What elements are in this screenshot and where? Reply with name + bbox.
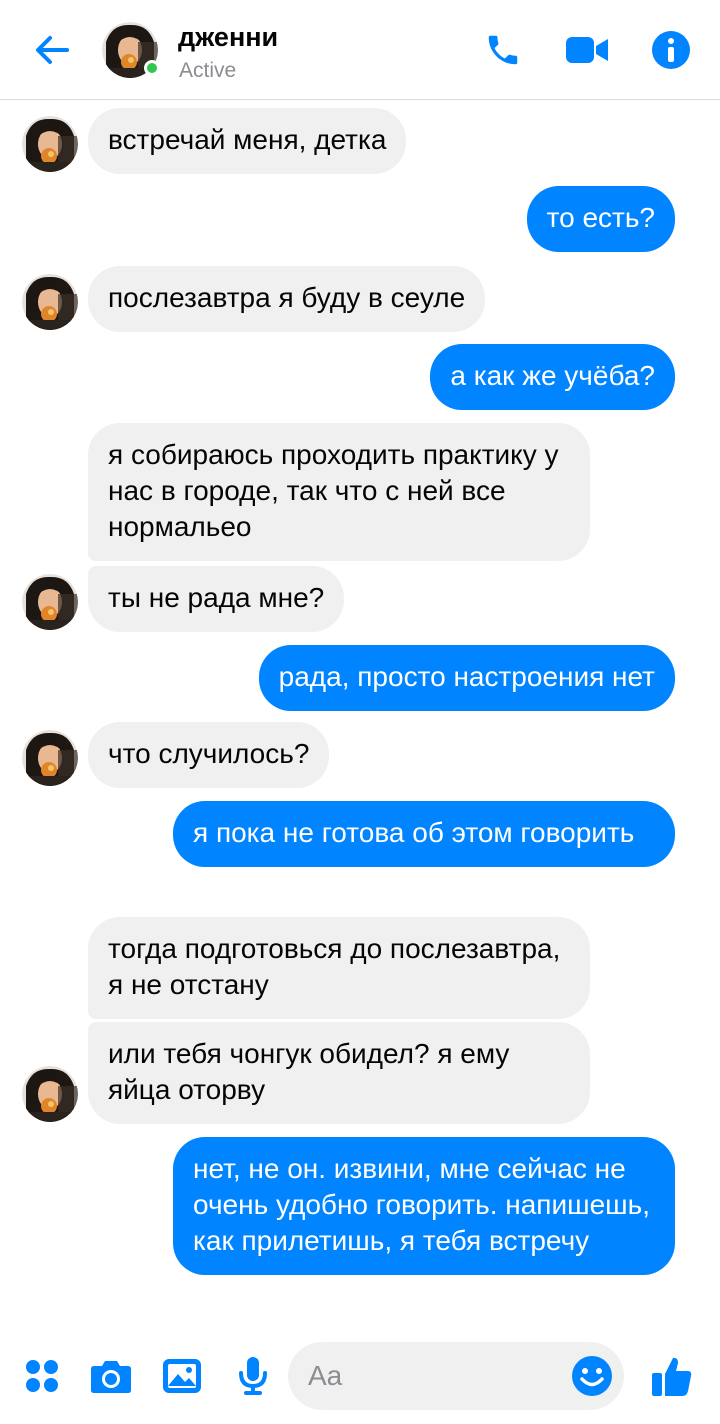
camera-button[interactable] [87,1352,135,1400]
message-input[interactable] [308,1356,568,1396]
sender-avatar[interactable] [22,1066,78,1122]
message-bubble-outgoing[interactable]: рада, просто настроения нет [258,645,675,711]
avatar-image [22,1066,78,1122]
message-bubble-incoming[interactable]: ты не рада мне? [88,566,345,632]
online-indicator [144,60,160,76]
avatar-image [22,574,78,630]
phone-icon [488,35,518,65]
more-actions-button[interactable] [18,1352,66,1400]
contact-status: Active [179,59,237,82]
message-bubble-outgoing[interactable]: то есть? [526,186,675,252]
chat-header: дженни Active [0,0,720,100]
avatar-image [22,730,78,786]
back-button[interactable] [30,28,74,72]
avatar-image [22,116,78,172]
contact-avatar[interactable] [102,22,160,78]
gallery-button[interactable] [158,1352,206,1400]
message-input-container[interactable] [288,1342,624,1410]
camera-icon [91,1361,131,1393]
message-bubble-outgoing[interactable]: а как же учёба? [430,344,675,410]
message-bubble-outgoing[interactable]: нет, не он. извини, мне сейчас не очень … [173,1137,675,1275]
thumbs-up-icon [652,1357,692,1396]
info-icon [652,31,690,69]
sender-avatar[interactable] [22,116,78,172]
arrow-left-icon [36,36,69,64]
message-bubble-incoming[interactable]: что случилось? [88,722,330,788]
video-call-button[interactable] [566,28,610,72]
call-button[interactable] [481,28,525,72]
message-bubble-incoming[interactable]: послезавтра я буду в сеуле [88,266,486,332]
message-bubble-incoming[interactable]: тогда подготовься до послезавтра, я не о… [88,917,590,1019]
contact-name[interactable]: дженни [178,22,278,53]
microphone-icon [239,1357,267,1395]
voice-message-button[interactable] [229,1352,277,1400]
message-bubble-outgoing[interactable]: я пока не готова об этом говорить [173,801,675,867]
message-bubble-incoming[interactable]: встречай меня, детка [88,108,407,174]
four-dots-icon [26,1360,58,1392]
sender-avatar[interactable] [22,730,78,786]
avatar-image [22,274,78,330]
message-bubble-incoming[interactable]: или тебя чонгук обидел? я ему яйца оторв… [88,1022,590,1124]
like-button[interactable] [648,1352,696,1400]
smiley-icon[interactable] [570,1354,614,1398]
video-camera-icon [566,37,608,63]
composer-bar [0,1332,720,1424]
info-button[interactable] [649,28,693,72]
image-icon [163,1359,201,1393]
sender-avatar[interactable] [22,274,78,330]
message-bubble-incoming[interactable]: я собираюсь проходить практику у нас в г… [88,423,590,561]
sender-avatar[interactable] [22,574,78,630]
